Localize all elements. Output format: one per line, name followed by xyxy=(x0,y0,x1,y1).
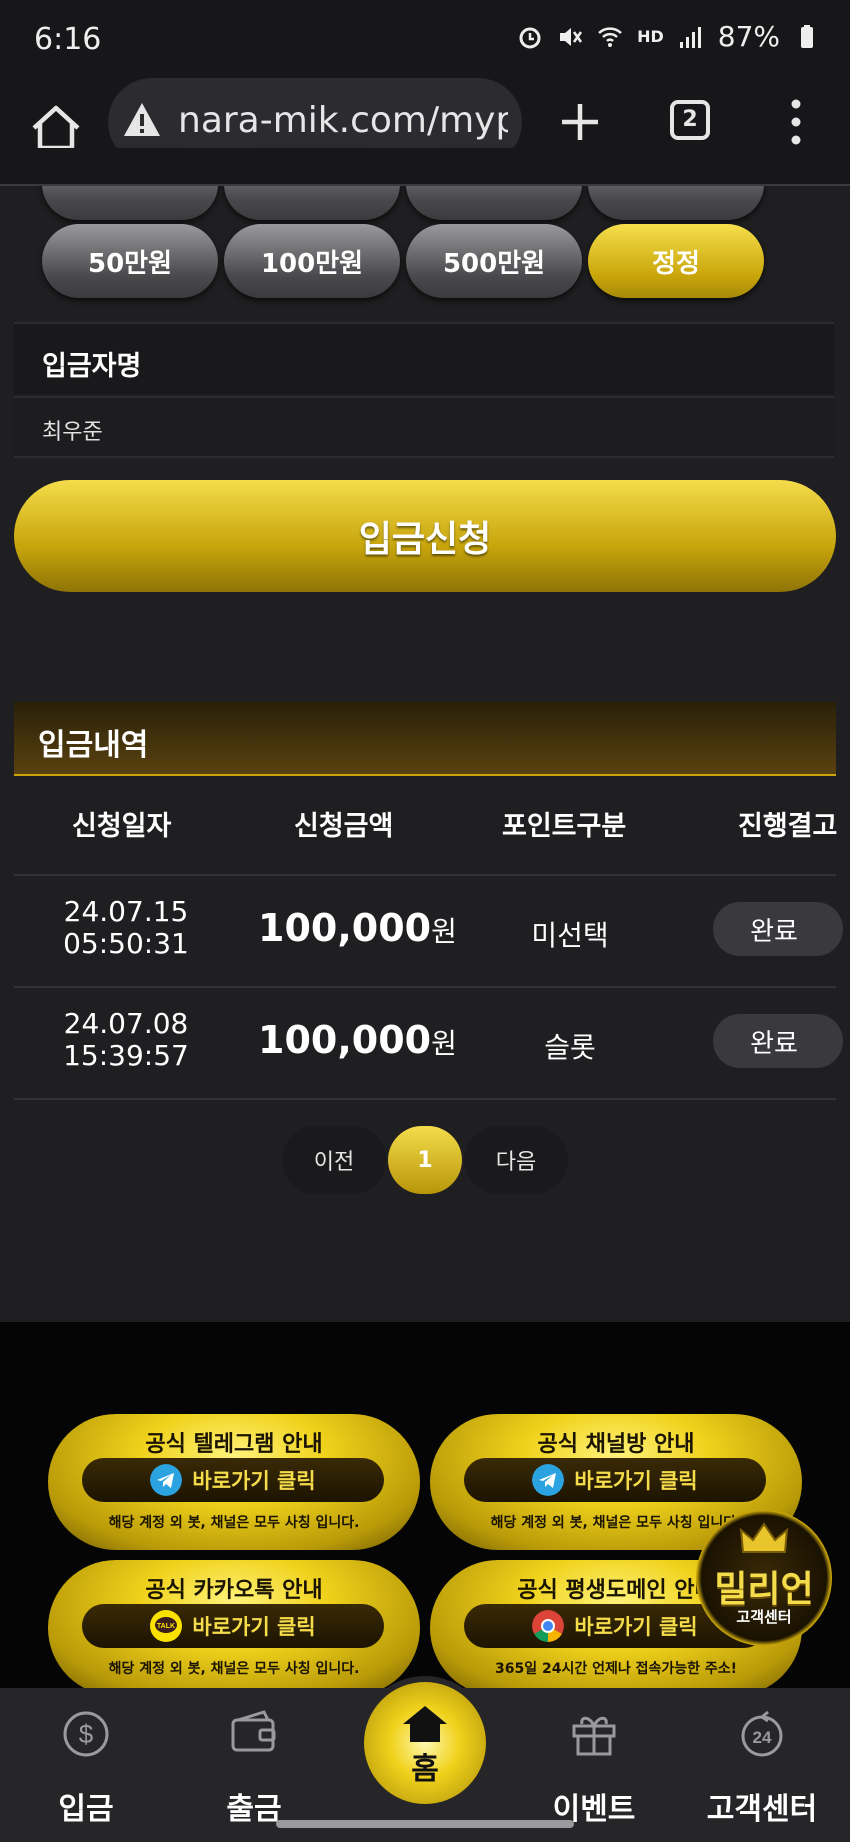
svg-text:$: $ xyxy=(79,1719,94,1749)
promo-kakaotalk[interactable]: 공식 카카오톡 안내 TALK 바로가기 클릭 해당 계정 외 봇, 채널은 모… xyxy=(48,1560,420,1696)
battery-percent: 87% xyxy=(717,20,780,53)
depositor-field[interactable]: 최우준 xyxy=(14,396,834,458)
svg-text:TALK: TALK xyxy=(157,1623,175,1630)
telegram-icon xyxy=(150,1464,183,1496)
pagination-prev[interactable]: 이전 xyxy=(282,1126,386,1194)
row-point-type: 슬롯 xyxy=(544,1031,596,1064)
support-24h-icon: 24 xyxy=(741,1710,783,1757)
status-bar: 6:16 HD 87% xyxy=(0,0,850,78)
status-time: 6:16 xyxy=(34,22,102,57)
new-tab-icon[interactable] xyxy=(556,98,604,146)
nav-withdraw[interactable]: 출금 xyxy=(184,1708,324,1828)
divider xyxy=(14,1098,836,1100)
divider xyxy=(14,874,836,876)
status-badge: 완료 xyxy=(713,1014,843,1068)
gesture-bar[interactable] xyxy=(276,1820,574,1828)
kakaotalk-icon: TALK xyxy=(150,1610,183,1642)
goto-button[interactable]: 바로가기 클릭 xyxy=(464,1458,766,1502)
nav-home[interactable]: 홈 xyxy=(358,1676,492,1810)
tab-switcher-button[interactable]: 2 xyxy=(670,100,710,140)
url-text[interactable]: nara-mik.com/myp xyxy=(178,100,508,141)
reset-button[interactable]: 정정 xyxy=(588,224,764,298)
status-badge: 완료 xyxy=(713,902,843,956)
depositor-value: 최우준 xyxy=(42,420,103,445)
deposit-request-button[interactable]: 입금신청 xyxy=(14,480,836,592)
depositor-label: 입금자명 xyxy=(42,351,142,382)
row-amount: 100,000원 xyxy=(258,1018,457,1062)
amount-button-500[interactable]: 500만원 xyxy=(406,224,582,298)
pagination-next[interactable]: 다음 xyxy=(464,1126,568,1194)
chrome-icon xyxy=(532,1610,565,1642)
promo-telegram[interactable]: 공식 텔레그램 안내 바로가기 클릭 해당 계정 외 봇, 채널은 모두 사칭 … xyxy=(48,1414,420,1550)
history-header: 입금내역 xyxy=(14,702,836,776)
column-header-point-type: 포인트구분 xyxy=(502,811,627,842)
divider xyxy=(14,986,836,988)
customer-center-badge[interactable]: 밀리언 고객센터 xyxy=(696,1510,832,1646)
more-menu-icon[interactable] xyxy=(782,96,810,148)
column-header-status: 진행결고 xyxy=(738,811,838,842)
bottom-nav: $ 입금 출금 홈 이벤트 24 고객센터 xyxy=(0,1676,850,1842)
column-header-amount: 신청금액 xyxy=(294,811,394,842)
battery-icon xyxy=(801,24,813,48)
goto-button[interactable]: TALK 바로가기 클릭 xyxy=(82,1604,384,1648)
nav-deposit[interactable]: $ 입금 xyxy=(16,1708,156,1828)
row-date: 24.07.15 05:50:31 xyxy=(63,895,189,960)
browser-toolbar-edge xyxy=(0,148,850,186)
mute-icon xyxy=(560,27,583,46)
dollar-coin-icon: $ xyxy=(63,1711,109,1757)
pagination-current[interactable]: 1 xyxy=(388,1126,462,1194)
column-header-date: 신청일자 xyxy=(72,811,172,842)
status-icons: HD 87% xyxy=(517,20,820,53)
hd-voice-label: HD xyxy=(637,27,664,46)
nav-event[interactable]: 이벤트 xyxy=(524,1708,664,1828)
nav-support[interactable]: 24 고객센터 xyxy=(692,1708,832,1828)
gift-icon xyxy=(572,1716,616,1756)
svg-text:24: 24 xyxy=(753,1728,772,1747)
warning-icon[interactable] xyxy=(122,100,162,140)
alarm-icon xyxy=(519,27,541,48)
signal-icon xyxy=(679,26,701,48)
wifi-icon xyxy=(598,26,622,47)
row-amount: 100,000원 xyxy=(258,906,457,950)
amount-button-50[interactable]: 50만원 xyxy=(42,224,218,298)
goto-button[interactable]: 바로가기 클릭 xyxy=(82,1458,384,1502)
wallet-icon xyxy=(231,1710,276,1752)
home-icon xyxy=(403,1706,447,1742)
row-point-type: 미선택 xyxy=(531,919,609,952)
depositor-label-row: 입금자명 xyxy=(14,322,834,394)
row-date: 24.07.08 15:39:57 xyxy=(63,1007,189,1072)
telegram-icon xyxy=(532,1464,565,1496)
amount-button-100[interactable]: 100만원 xyxy=(224,224,400,298)
crown-icon xyxy=(739,1522,789,1553)
history-title: 입금내역 xyxy=(38,728,149,763)
